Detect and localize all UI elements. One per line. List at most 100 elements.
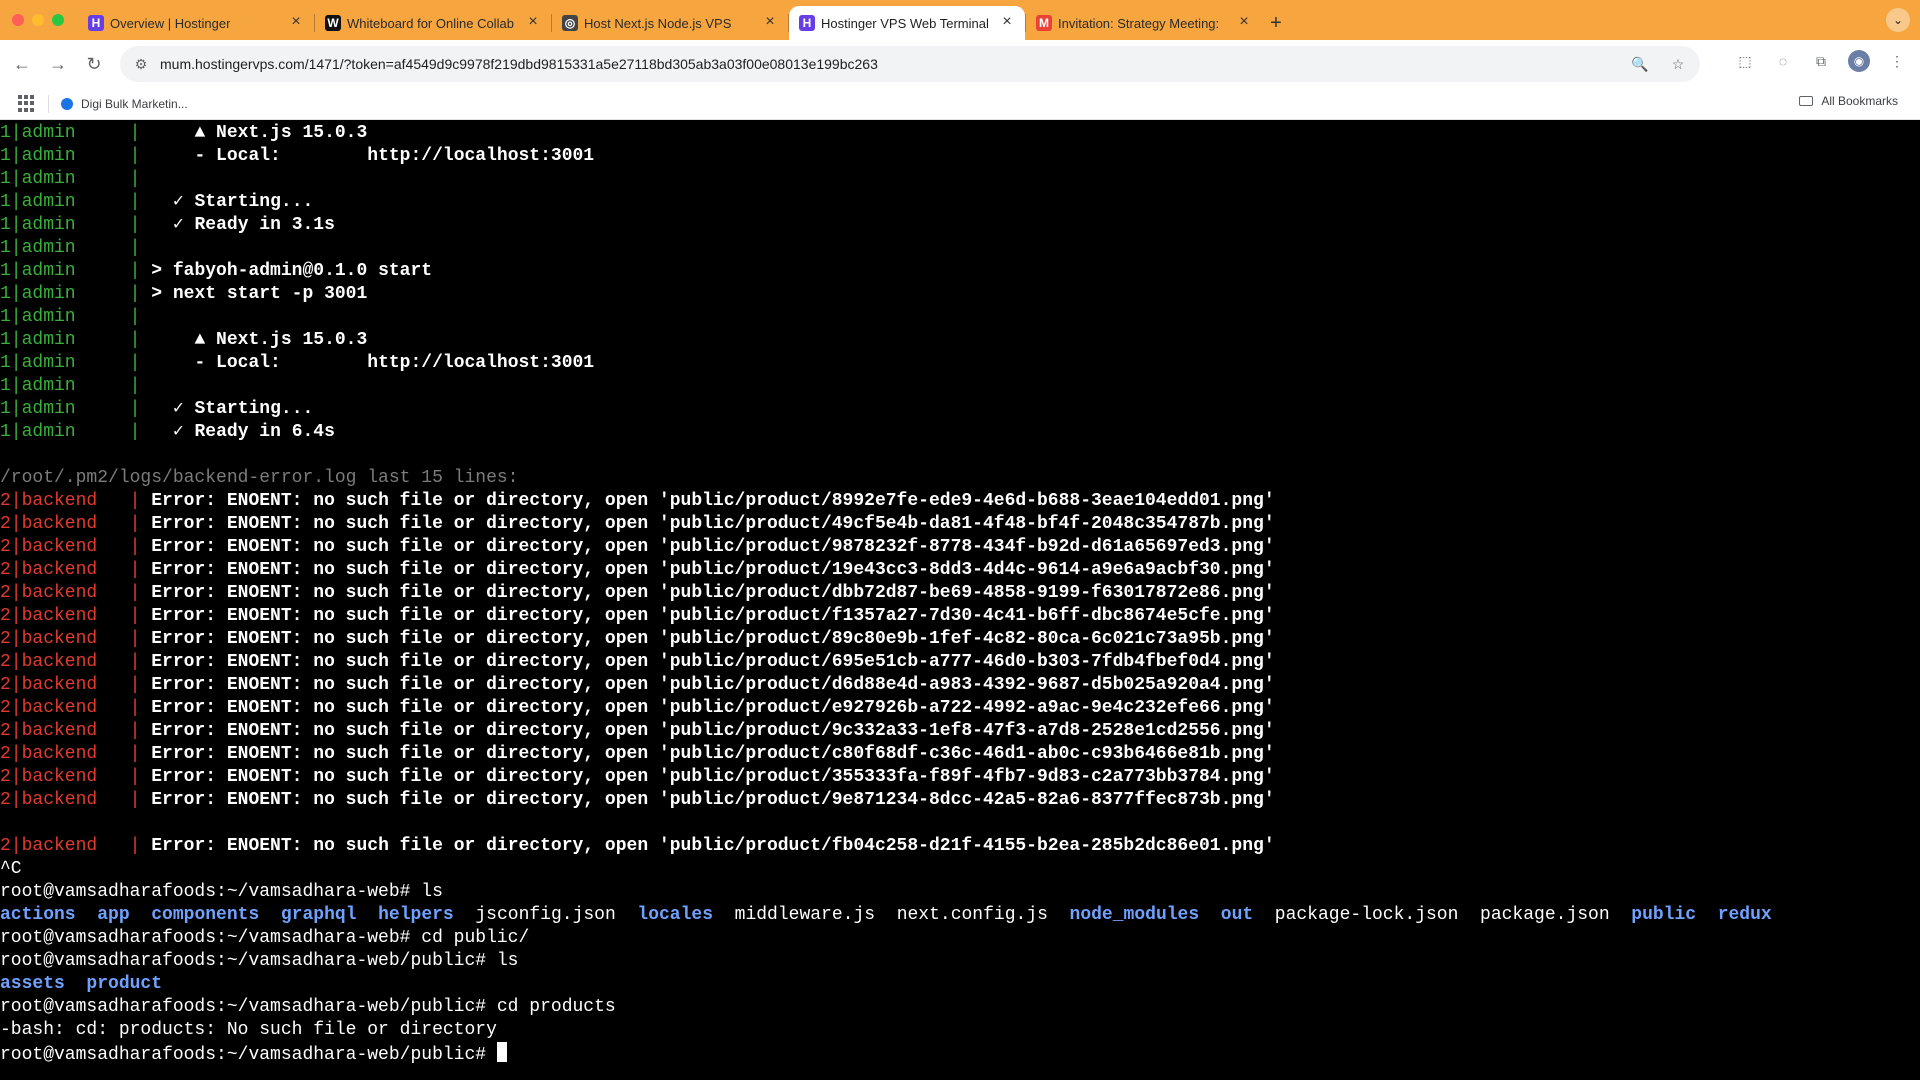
bookmark-star-icon[interactable]: ☆ bbox=[1668, 54, 1688, 74]
reload-icon[interactable]: ↻ bbox=[80, 50, 108, 78]
tab-2[interactable]: W Whiteboard for Online Collab × bbox=[315, 6, 551, 40]
terminal-line: 2|backend | Error: ENOENT: no such file … bbox=[0, 513, 1920, 536]
terminal-text: root@vamsadharafoods:~/vamsadhara-web/pu… bbox=[0, 997, 616, 1017]
maximize-window-button[interactable] bbox=[52, 14, 64, 26]
terminal-text: Error: ENOENT: no such file or directory… bbox=[140, 767, 1275, 787]
terminal-text: 1|admin | bbox=[0, 238, 141, 258]
extensions-puzzle-icon[interactable]: ⧉ bbox=[1810, 50, 1832, 72]
terminal-text: 2|backend | bbox=[0, 698, 141, 718]
terminal-text: app bbox=[97, 905, 130, 925]
terminal-line: 1|admin | > fabyoh-admin@0.1.0 start bbox=[0, 260, 1920, 283]
apps-grid-icon[interactable] bbox=[18, 94, 36, 113]
profile-avatar[interactable]: ◉ bbox=[1848, 50, 1870, 72]
tab-5[interactable]: M Invitation: Strategy Meeting: × bbox=[1026, 6, 1262, 40]
tab-favicon-icon: ◎ bbox=[562, 15, 578, 31]
terminal-line: 1|admin | bbox=[0, 168, 1920, 191]
terminal-text: Error: ENOENT: no such file or directory… bbox=[140, 560, 1275, 580]
terminal-text: package-lock.json bbox=[1274, 905, 1459, 925]
tab-close-icon[interactable]: × bbox=[1236, 13, 1252, 30]
terminal-text: node_modules bbox=[1069, 905, 1200, 925]
bookmark-item[interactable]: Digi Bulk Marketin... bbox=[61, 97, 188, 111]
tab-close-icon[interactable]: × bbox=[525, 13, 541, 30]
terminal-line: 2|backend | Error: ENOENT: no such file … bbox=[0, 628, 1920, 651]
terminal-text: 2|backend | bbox=[0, 652, 141, 672]
address-bar[interactable]: ⚙ mum.hostingervps.com/1471/?token=af454… bbox=[120, 46, 1700, 82]
tab-close-icon[interactable]: × bbox=[999, 13, 1015, 30]
tab-close-icon[interactable]: × bbox=[288, 13, 304, 30]
terminal-text: 1|admin | bbox=[0, 422, 141, 442]
url-text: mum.hostingervps.com/1471/?token=af4549d… bbox=[160, 56, 878, 72]
terminal-line: actions app components graphql helpers j… bbox=[0, 904, 1920, 927]
back-icon[interactable]: ← bbox=[8, 50, 36, 78]
terminal-text: 1|admin | bbox=[0, 307, 141, 327]
tab-1[interactable]: H Overview | Hostinger × bbox=[78, 6, 314, 40]
tab-title: Host Next.js Node.js VPS bbox=[584, 15, 732, 31]
extension-icon-2[interactable]: ◌ bbox=[1772, 50, 1794, 72]
terminal-line: 2|backend | Error: ENOENT: no such file … bbox=[0, 490, 1920, 513]
zoom-icon[interactable]: 🔍 bbox=[1630, 54, 1650, 74]
terminal-text: 2|backend | bbox=[0, 675, 141, 695]
tab-favicon-icon: M bbox=[1036, 15, 1052, 31]
terminal-text: middleware.js bbox=[734, 905, 876, 925]
site-settings-icon[interactable]: ⚙ bbox=[132, 55, 150, 73]
terminal-text: > fabyoh-admin@0.1.0 start bbox=[140, 261, 433, 281]
terminal-line: assets product bbox=[0, 973, 1920, 996]
menu-kebab-icon[interactable]: ⋮ bbox=[1886, 50, 1908, 72]
all-bookmarks[interactable]: All Bookmarks bbox=[1799, 94, 1898, 108]
tab-4[interactable]: H Hostinger VPS Web Terminal × bbox=[789, 6, 1025, 40]
tab-search-icon[interactable]: ⌄ bbox=[1886, 8, 1910, 32]
tab-3[interactable]: ◎ Host Next.js Node.js VPS × bbox=[552, 6, 788, 40]
terminal-text: public bbox=[1631, 905, 1697, 925]
browser-toolbar: ← → ↻ ⚙ mum.hostingervps.com/1471/?token… bbox=[0, 40, 1920, 88]
terminal-line: 1|admin | ✓ Starting... bbox=[0, 398, 1920, 421]
terminal-text: Error: ENOENT: no such file or directory… bbox=[140, 514, 1275, 534]
terminal-text: 2|backend | bbox=[0, 629, 141, 649]
web-terminal[interactable]: 1|admin | ▲ Next.js 15.0.3 1|admin | - Lo… bbox=[0, 120, 1920, 1080]
terminal-line: 2|backend | Error: ENOENT: no such file … bbox=[0, 582, 1920, 605]
terminal-text: 2|backend | bbox=[0, 514, 141, 534]
terminal-text: - Local: http://localhost:3001 bbox=[140, 146, 595, 166]
bookmarks-bar: Digi Bulk Marketin... All Bookmarks bbox=[0, 88, 1920, 120]
terminal-text: Error: ENOENT: no such file or directory… bbox=[140, 537, 1275, 557]
terminal-line: 2|backend | Error: ENOENT: no such file … bbox=[0, 697, 1920, 720]
terminal-text: 1|admin | bbox=[0, 284, 141, 304]
close-window-button[interactable] bbox=[12, 14, 24, 26]
terminal-line: 1|admin | > next start -p 3001 bbox=[0, 283, 1920, 306]
terminal-line: 1|admin | ✓ Starting... bbox=[0, 191, 1920, 214]
terminal-text: 1|admin | bbox=[0, 261, 141, 281]
forward-icon[interactable]: → bbox=[44, 50, 72, 78]
terminal-text: Error: ENOENT: no such file or directory… bbox=[140, 491, 1275, 511]
tab-favicon-icon: W bbox=[325, 15, 341, 31]
terminal-line: root@vamsadharafoods:~/vamsadhara-web/pu… bbox=[0, 1042, 1920, 1065]
minimize-window-button[interactable] bbox=[32, 14, 44, 26]
terminal-text: 2|backend | bbox=[0, 606, 141, 626]
terminal-cursor[interactable] bbox=[496, 1042, 507, 1062]
terminal-line: 2|backend | Error: ENOENT: no such file … bbox=[0, 605, 1920, 628]
tab-strip: H Overview | Hostinger × W Whiteboard for On… bbox=[0, 0, 1920, 40]
terminal-text: 1|admin | bbox=[0, 123, 141, 143]
terminal-text: 2|backend | bbox=[0, 836, 141, 856]
terminal-line: 1|admin | ✓ Ready in 3.1s bbox=[0, 214, 1920, 237]
terminal-text: out bbox=[1220, 905, 1254, 925]
extension-icon[interactable]: ⬚ bbox=[1734, 50, 1756, 72]
terminal-text: ✓ Ready in 6.4s bbox=[140, 422, 335, 442]
terminal-text: 2|backend | bbox=[0, 583, 141, 603]
terminal-text: Error: ENOENT: no such file or directory… bbox=[140, 698, 1275, 718]
new-tab-button[interactable]: + bbox=[1262, 6, 1290, 40]
bookmarks-divider bbox=[48, 94, 49, 113]
terminal-line: root@vamsadharafoods:~/vamsadhara-web# l… bbox=[0, 881, 1920, 904]
terminal-text: assets bbox=[0, 974, 65, 994]
terminal-line: 1|admin | ▲ Next.js 15.0.3 bbox=[0, 329, 1920, 352]
terminal-text: root@vamsadharafoods:~/vamsadhara-web# l… bbox=[0, 882, 443, 902]
tab-close-icon[interactable]: × bbox=[762, 13, 778, 30]
